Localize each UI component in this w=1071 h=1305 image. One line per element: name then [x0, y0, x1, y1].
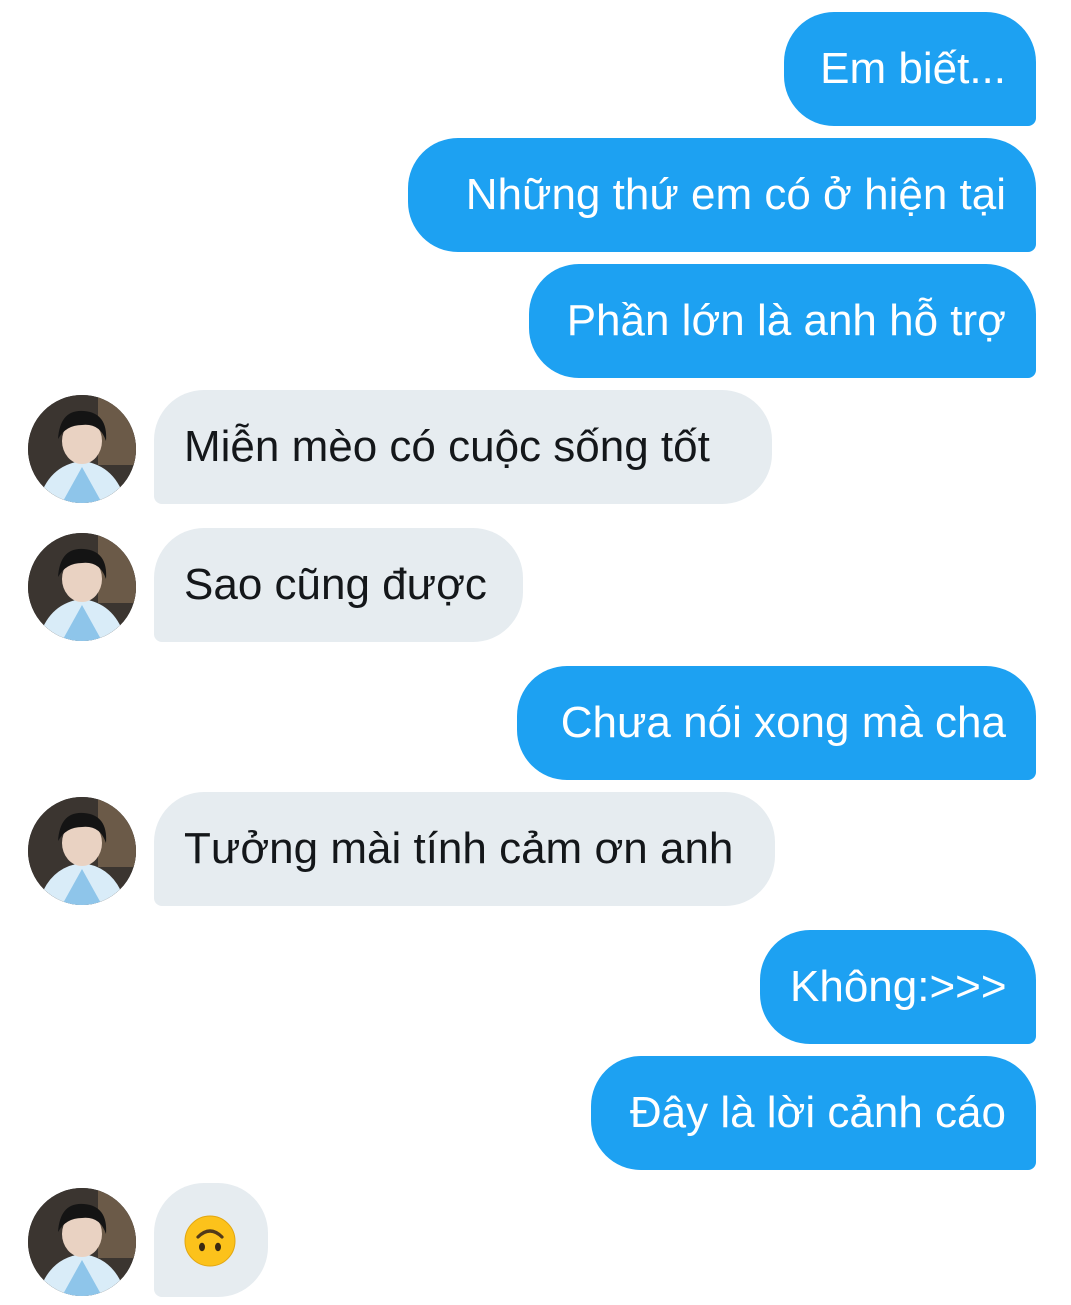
outgoing-message[interactable]: Em biết...	[784, 12, 1036, 126]
incoming-message[interactable]	[154, 1183, 268, 1297]
contact-avatar[interactable]	[28, 797, 136, 905]
outgoing-message[interactable]: Chưa nói xong mà cha	[517, 666, 1036, 780]
outgoing-message[interactable]: Đây là lời cảnh cáo	[591, 1056, 1036, 1170]
incoming-message[interactable]: Tưởng mài tính cảm ơn anh	[154, 792, 775, 906]
incoming-message[interactable]: Sao cũng được	[154, 528, 523, 642]
chat-thread: Em biết... Những thứ em có ở hiện tại Ph…	[0, 0, 1071, 1305]
contact-avatar[interactable]	[28, 533, 136, 641]
outgoing-message[interactable]: Những thứ em có ở hiện tại	[408, 138, 1036, 252]
contact-avatar[interactable]	[28, 395, 136, 503]
outgoing-message[interactable]: Phần lớn là anh hỗ trợ	[529, 264, 1036, 378]
outgoing-message[interactable]: Không:>>>	[760, 930, 1036, 1044]
contact-avatar[interactable]	[28, 1188, 136, 1296]
incoming-message[interactable]: Miễn mèo có cuộc sống tốt	[154, 390, 772, 504]
upside-down-face-emoji-icon	[184, 1215, 236, 1267]
